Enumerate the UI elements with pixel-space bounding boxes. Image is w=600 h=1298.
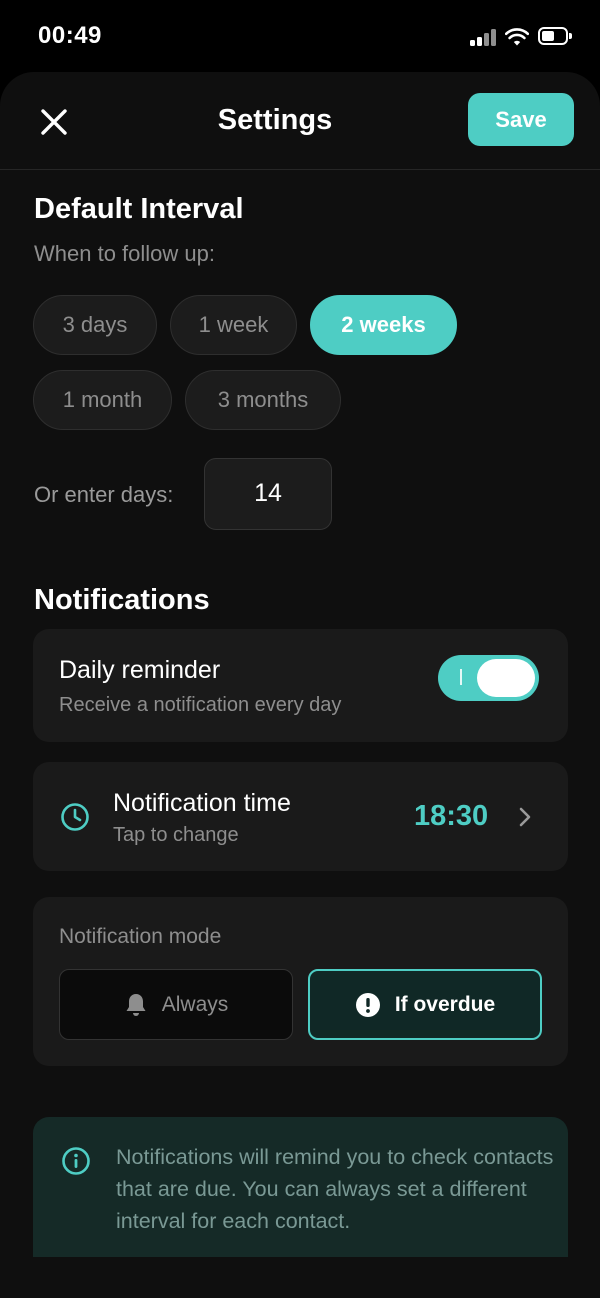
interval-chip-3-months[interactable]: 3 months xyxy=(185,370,341,430)
interval-chip-1-month[interactable]: 1 month xyxy=(33,370,172,430)
notification-time-value: 18:30 xyxy=(414,800,489,832)
daily-reminder-subtitle: Receive a notification every day xyxy=(59,694,342,716)
notification-mode-card: Notification mode Always If overdue xyxy=(33,897,568,1066)
interval-chip-3-days[interactable]: 3 days xyxy=(33,295,157,355)
status-time: 00:49 xyxy=(38,22,102,49)
interval-subtitle: When to follow up: xyxy=(34,241,215,266)
info-icon xyxy=(62,1147,90,1175)
notification-time-subtitle: Tap to change xyxy=(113,824,239,846)
custom-days-label: Or enter days: xyxy=(34,482,174,507)
info-text: Notifications will remind you to check c… xyxy=(116,1145,554,1233)
mode-always-label: Always xyxy=(161,992,229,1016)
notification-mode-label: Notification mode xyxy=(59,925,222,948)
battery-icon xyxy=(538,27,572,45)
section-title-default-interval: Default Interval xyxy=(34,193,244,225)
chevron-right-icon xyxy=(519,807,531,827)
settings-sheet: Settings Save Default Interval When to f… xyxy=(0,72,600,1298)
clock-icon xyxy=(61,803,89,831)
custom-days-input[interactable]: 14 xyxy=(204,458,332,530)
exclamation-circle-icon xyxy=(355,992,380,1017)
notification-time-card[interactable]: Notification time Tap to change 18:30 xyxy=(33,762,568,871)
info-banner: Notifications will remind you to check c… xyxy=(33,1117,568,1257)
mode-always-button[interactable]: Always xyxy=(59,969,293,1040)
nav-bar: Settings Save xyxy=(0,72,600,170)
mode-if-overdue-label: If overdue xyxy=(394,992,496,1016)
interval-chip-2-weeks[interactable]: 2 weeks xyxy=(310,295,457,355)
daily-reminder-card: Daily reminder Receive a notification ev… xyxy=(33,629,568,742)
notification-time-title: Notification time xyxy=(113,789,291,817)
mode-if-overdue-button[interactable]: If overdue xyxy=(308,969,542,1040)
signal-icon xyxy=(470,28,498,46)
interval-chip-1-week[interactable]: 1 week xyxy=(170,295,297,355)
daily-reminder-toggle[interactable] xyxy=(438,655,539,701)
bell-icon xyxy=(126,993,146,1016)
save-button[interactable]: Save xyxy=(468,93,574,146)
wifi-icon xyxy=(505,28,529,46)
section-title-notifications: Notifications xyxy=(34,584,210,616)
status-bar: 00:49 xyxy=(0,0,600,72)
daily-reminder-title: Daily reminder xyxy=(59,656,221,684)
